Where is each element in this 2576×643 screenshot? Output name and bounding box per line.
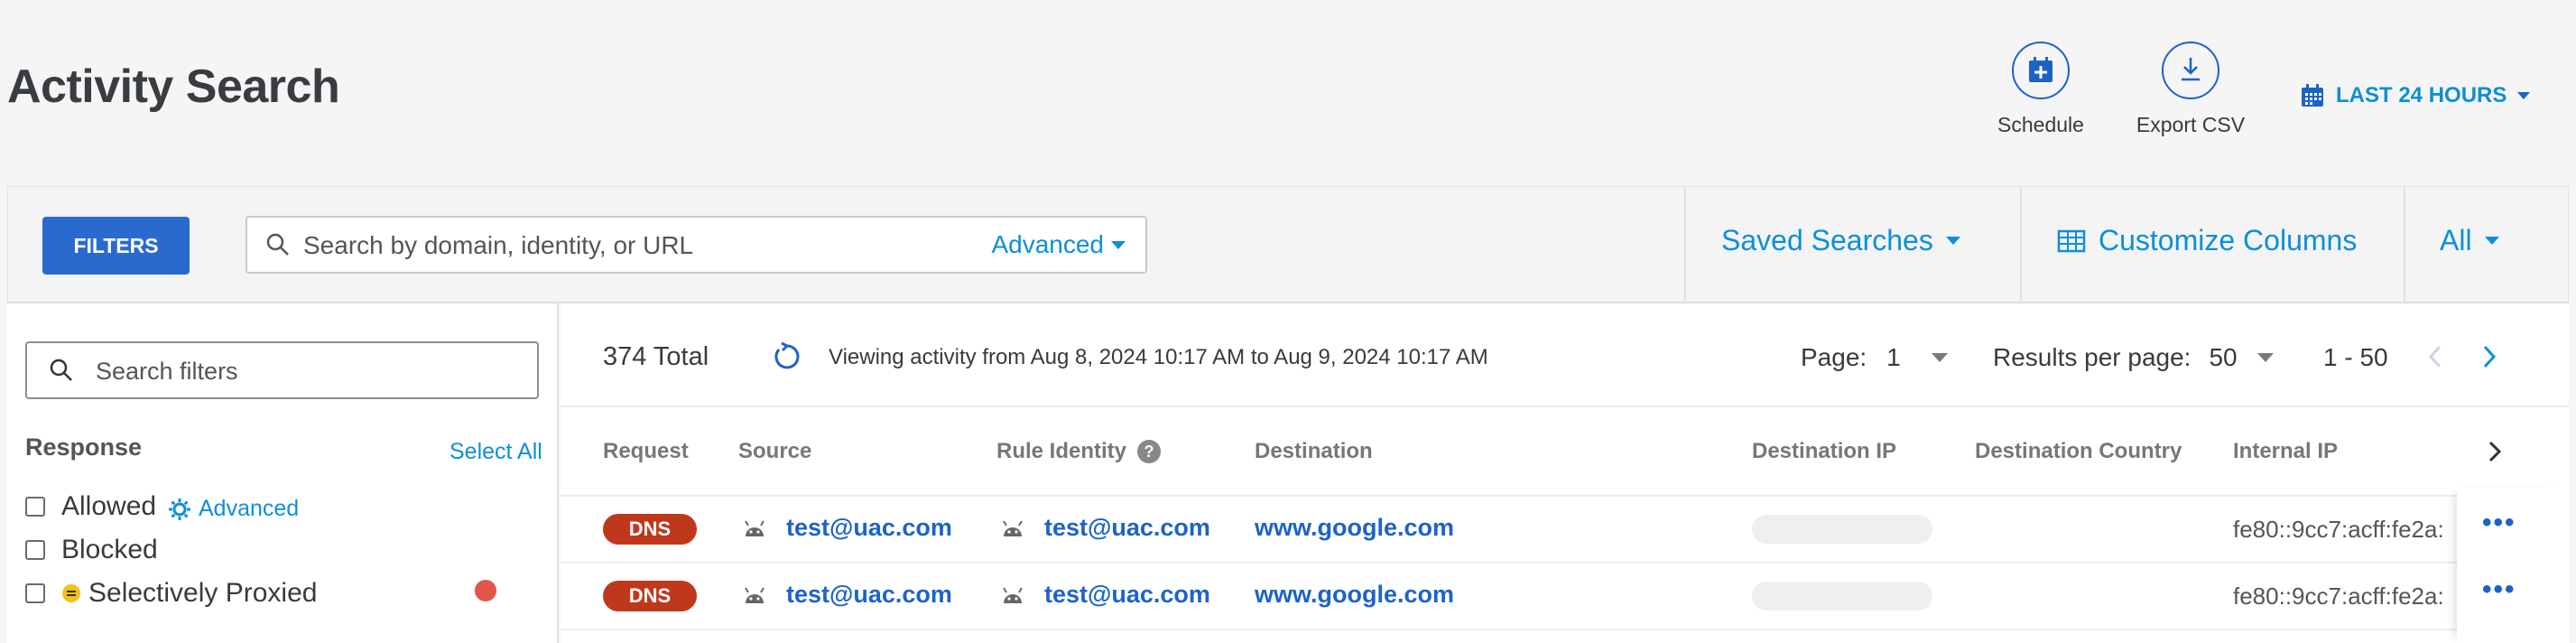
rule-identity-link[interactable]: test@uac.com bbox=[1044, 581, 1210, 609]
chevron-down-icon bbox=[2484, 237, 2499, 245]
filters-button[interactable]: FILTERS bbox=[42, 217, 190, 275]
saved-searches-label: Saved Searches bbox=[1721, 224, 1933, 256]
chevron-left-icon[interactable] bbox=[2426, 343, 2444, 370]
customize-columns-label: Customize Columns bbox=[2099, 224, 2358, 256]
results-total: 374 Total bbox=[603, 342, 709, 371]
schedule-button[interactable]: Schedule bbox=[1982, 42, 2099, 137]
schedule-label: Schedule bbox=[1997, 113, 2084, 136]
android-icon bbox=[745, 587, 764, 603]
column-header-internal-ip[interactable]: Internal IP bbox=[2233, 439, 2338, 464]
viewing-range-text: Viewing activity from Aug 8, 2024 10:17 … bbox=[829, 345, 1488, 369]
internal-ip-value: fe80::9cc7:acff:fe2a: bbox=[2233, 582, 2444, 610]
refresh-icon[interactable] bbox=[771, 341, 802, 372]
divider bbox=[561, 405, 2569, 407]
destination-ip-placeholder bbox=[1752, 582, 1932, 610]
android-icon bbox=[1003, 520, 1023, 536]
more-options-icon[interactable]: ••• bbox=[2482, 508, 2516, 538]
destination-ip-placeholder bbox=[1752, 515, 1932, 544]
more-options-icon[interactable]: ••• bbox=[2482, 574, 2516, 605]
page-value: 1 bbox=[1886, 343, 1901, 371]
export-csv-button[interactable]: Export CSV bbox=[2123, 42, 2258, 137]
per-page-value: 50 bbox=[2209, 343, 2238, 371]
filter-search-box[interactable] bbox=[25, 341, 539, 399]
android-icon bbox=[745, 520, 764, 536]
page-label: Page: bbox=[1801, 343, 1867, 371]
search-input[interactable] bbox=[301, 230, 937, 261]
advanced-dropdown[interactable]: Advanced bbox=[991, 230, 1126, 259]
chevron-right-icon[interactable] bbox=[2480, 343, 2498, 370]
chevron-down-icon bbox=[1111, 240, 1126, 249]
table-icon bbox=[2057, 229, 2086, 252]
all-dropdown[interactable]: All bbox=[2440, 224, 2499, 257]
per-page-selector[interactable]: Results per page: 50 bbox=[1993, 343, 2274, 372]
all-label: All bbox=[2440, 224, 2472, 256]
divider bbox=[2020, 186, 2022, 303]
divider bbox=[2404, 186, 2405, 303]
rule-identity-link[interactable]: test@uac.com bbox=[1044, 514, 1210, 542]
column-header-rule-identity[interactable]: Rule Identity ? bbox=[996, 439, 1162, 464]
destination-link[interactable]: www.google.com bbox=[1255, 581, 1454, 609]
search-icon bbox=[266, 233, 289, 256]
chevron-right-icon[interactable] bbox=[2487, 439, 2503, 464]
help-icon[interactable]: ? bbox=[1137, 440, 1162, 463]
page-selector[interactable]: Page: 1 bbox=[1801, 343, 1948, 372]
download-icon bbox=[2162, 42, 2219, 99]
column-header-destination[interactable]: Destination bbox=[1255, 439, 1373, 464]
destination-link[interactable]: www.google.com bbox=[1255, 514, 1454, 542]
table-row[interactable]: DNS test@uac.com test@uac.com www.google… bbox=[0, 564, 2569, 629]
calendar-icon bbox=[2302, 84, 2323, 107]
chevron-down-icon bbox=[1931, 353, 1948, 362]
column-header-request[interactable]: Request bbox=[603, 439, 689, 464]
calendar-plus-icon bbox=[2012, 42, 2070, 99]
chevron-down-icon bbox=[2517, 92, 2531, 99]
response-section-title: Response bbox=[25, 433, 143, 461]
filter-search-input[interactable] bbox=[94, 356, 522, 387]
per-page-label: Results per page: bbox=[1993, 343, 2191, 371]
advanced-label: Advanced bbox=[991, 230, 1104, 258]
android-icon bbox=[1003, 587, 1023, 603]
internal-ip-value: fe80::9cc7:acff:fe2a: bbox=[2233, 516, 2444, 543]
time-range-dropdown[interactable]: LAST 24 HOURS bbox=[2300, 83, 2531, 108]
divider bbox=[1684, 186, 1686, 303]
request-type-badge: DNS bbox=[603, 581, 697, 611]
customize-columns-button[interactable]: Customize Columns bbox=[2057, 224, 2357, 257]
column-header-label: Rule Identity bbox=[996, 439, 1127, 463]
source-link[interactable]: test@uac.com bbox=[786, 581, 952, 609]
divider bbox=[561, 629, 2569, 630]
column-header-source[interactable]: Source bbox=[738, 439, 811, 464]
time-range-label: LAST 24 HOURS bbox=[2336, 83, 2507, 107]
chevron-down-icon bbox=[2256, 353, 2274, 362]
column-header-destination-country[interactable]: Destination Country bbox=[1975, 439, 2182, 464]
table-row[interactable]: DNS test@uac.com test@uac.com www.google… bbox=[0, 497, 2569, 562]
export-csv-label: Export CSV bbox=[2136, 113, 2246, 136]
results-range: 1 - 50 bbox=[2323, 343, 2388, 371]
search-icon bbox=[50, 359, 72, 381]
column-header-destination-ip[interactable]: Destination IP bbox=[1752, 439, 1896, 464]
request-type-badge: DNS bbox=[603, 514, 697, 545]
saved-searches-dropdown[interactable]: Saved Searches bbox=[1721, 224, 1960, 257]
page-title: Activity Search bbox=[7, 61, 340, 113]
source-link[interactable]: test@uac.com bbox=[786, 514, 952, 542]
activity-search-box[interactable]: Advanced bbox=[246, 216, 1147, 274]
select-all-link[interactable]: Select All bbox=[449, 439, 542, 465]
chevron-down-icon bbox=[1945, 237, 1960, 245]
